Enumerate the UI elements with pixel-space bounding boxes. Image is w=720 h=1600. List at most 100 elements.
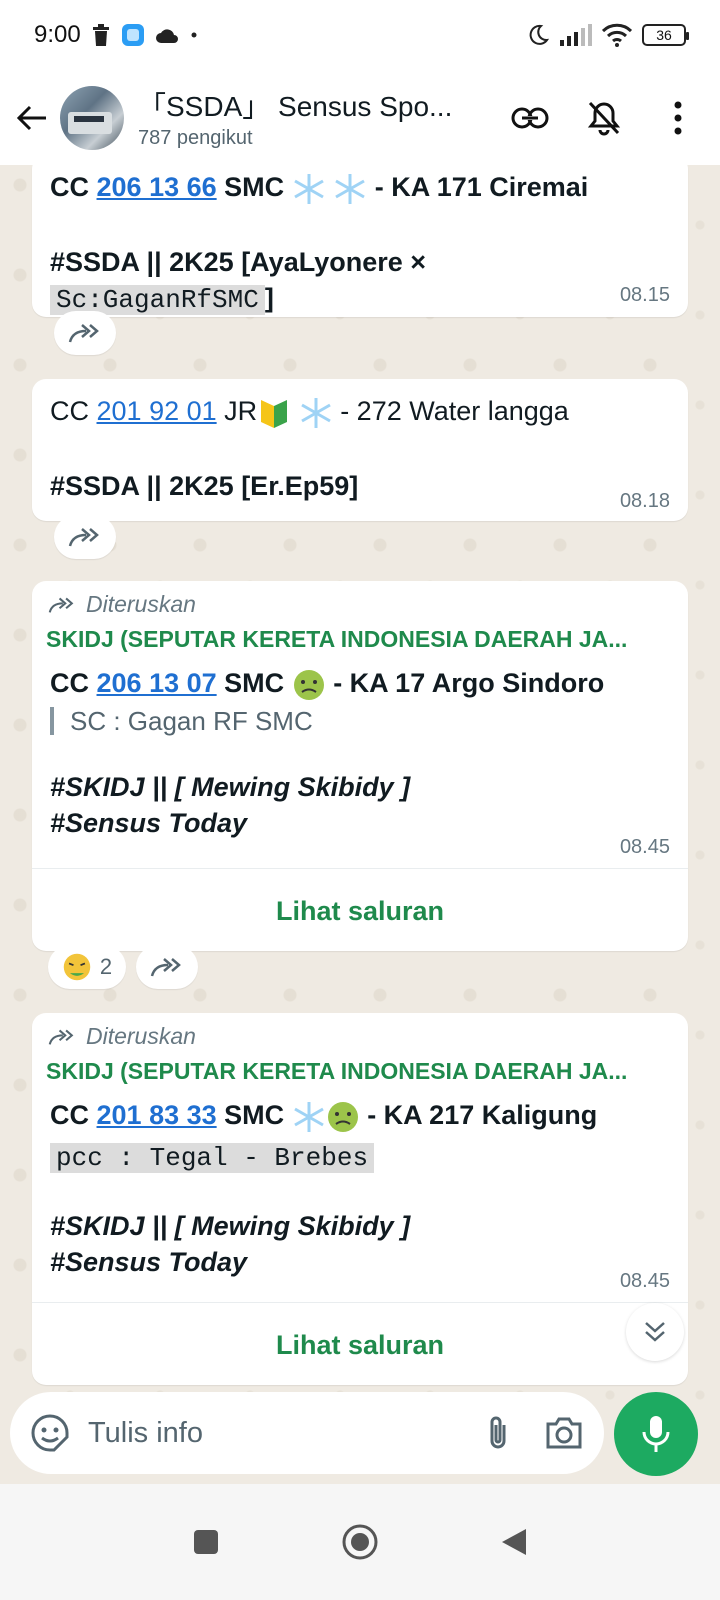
double-chevron-down-icon [645,1322,665,1342]
forward-icon [48,597,74,613]
forward-icon [48,1029,74,1045]
message-input[interactable]: Tulis info [88,1417,452,1450]
home-button[interactable] [338,1520,382,1564]
source-channel[interactable]: SKIDJ (SEPUTAR KERETA INDONESIA DAERAH J… [32,626,688,653]
cc-number-link[interactable]: 206 13 66 [97,172,217,202]
back-button[interactable] [12,98,52,138]
message-bubble[interactable]: CC 206 13 66 SMC - KA 171 Ciremai #SSDA … [32,165,688,317]
message-tag: #SKIDJ || [ Mewing Skibidy ] [50,1210,411,1241]
nauseated-face-icon [63,953,91,981]
circle-icon [342,1524,378,1560]
message-tag: #SKIDJ || [ Mewing Skibidy ] [50,771,411,802]
sticker-icon [31,1414,69,1452]
forward-button[interactable] [54,311,116,355]
quote-text: SC : Gagan RF SMC [70,705,313,736]
cc-type: SMC [224,1100,285,1130]
scroll-to-bottom-button[interactable] [626,1303,684,1361]
reaction-count: 2 [99,954,113,979]
message-bubble[interactable]: Diteruskan SKIDJ (SEPUTAR KERETA INDONES… [32,1013,688,1385]
message-time: 08.15 [619,284,670,306]
status-time: 9:00 [34,21,81,48]
nauseated-face-icon [293,669,324,700]
divider [32,1302,688,1303]
see-channel-button[interactable]: Lihat saluran [32,1330,688,1361]
sticker-button[interactable] [30,1413,70,1453]
message-line: CC 206 13 07 SMC - KA 17 Argo Sindoro [32,665,688,702]
cc-type: SMC [224,172,285,202]
nauseated-face-icon [327,1101,358,1132]
cc-type: JR [224,396,258,426]
message-bubble[interactable]: Diteruskan SKIDJ (SEPUTAR KERETA INDONES… [32,581,688,951]
back-nav-button[interactable] [492,1520,536,1564]
battery-icon: 36 [642,24,689,46]
message-time: 08.45 [619,1270,670,1292]
mono-text: pcc : Tegal - Brebes [50,1142,375,1173]
wifi-icon [602,23,632,47]
message-time: 08.18 [619,490,670,512]
beginner-icon [261,399,288,428]
link-icon [511,107,549,128]
quote-block: SC : Gagan RF SMC [32,706,688,737]
bell-off-icon [587,101,621,135]
cc-prefix: CC [50,396,89,426]
more-options-button[interactable] [658,98,698,138]
cc-number-link[interactable]: 206 13 07 [97,668,217,698]
forwarded-text: Diteruskan [86,1023,196,1049]
paperclip-icon [490,1416,506,1449]
message-tag: #Sensus Today [50,1246,248,1277]
battery-level: 36 [656,27,672,43]
forward-button[interactable] [54,515,116,559]
forward-icon [68,528,99,547]
message-composer[interactable]: Tulis info [10,1392,604,1474]
forwarded-text: Diteruskan [86,591,196,617]
app-notification-icon [121,23,145,47]
train-name: - 272 Water langga [340,396,569,426]
train-name: - KA 217 Kaligung [367,1100,598,1130]
channel-info[interactable]: 「SSDA」 Sensus Spo... 787 pengikut [138,85,510,150]
camera-button[interactable] [544,1413,584,1453]
snowflake-icon [293,1101,324,1132]
channel-title: 「SSDA」 Sensus Spo... [138,91,453,122]
forward-icon [150,958,181,977]
system-navigation-bar [0,1484,720,1600]
recent-apps-button[interactable] [184,1520,228,1564]
more-vertical-icon [674,101,682,134]
message-tag: #SSDA || 2K25 [Er.Ep59] [50,470,359,501]
square-icon [194,1530,218,1554]
forwarded-label: Diteruskan [32,1013,688,1050]
voice-message-button[interactable] [614,1392,698,1476]
see-channel-button[interactable]: Lihat saluran [32,896,688,927]
snowflake-icon [293,173,324,204]
moon-icon [526,23,550,47]
cc-number-link[interactable]: 201 92 01 [97,396,217,426]
cc-type: SMC [224,668,285,698]
message-mono-line: Sc:GaganRfSMC] [32,280,688,318]
cc-number-link[interactable]: 201 83 33 [97,1100,217,1130]
message-bubble[interactable]: CC 201 92 01 JR - 272 Water langga #SSDA… [32,379,688,521]
camera-icon [546,1417,582,1449]
attach-button[interactable] [478,1413,518,1453]
forward-button[interactable] [136,945,198,989]
message-tag: #Sensus Today [50,807,248,838]
divider [32,868,688,869]
snowflake-icon [335,173,365,204]
message-time: 08.45 [619,836,670,858]
message-list[interactable]: CC 206 13 66 SMC - KA 171 Ciremai #SSDA … [0,165,720,1410]
trash-icon [91,24,111,46]
reaction-chip[interactable]: 2 [48,945,126,989]
message-line: CC 201 92 01 JR - 272 Water langga [32,379,688,430]
message-mono-line: pcc : Tegal - Brebes [32,1138,688,1176]
channel-avatar[interactable] [60,85,124,150]
forwarded-label: Diteruskan [32,581,688,618]
triangle-back-icon [502,1529,526,1555]
mono-suffix: ] [264,282,274,313]
mute-button[interactable] [584,98,624,138]
snowflake-icon [300,397,331,428]
message-tag: #SSDA || 2K25 [AyaLyonere × [50,246,427,277]
cc-prefix: CC [50,1100,89,1130]
cloud-icon [155,27,179,43]
source-channel[interactable]: SKIDJ (SEPUTAR KERETA INDONESIA DAERAH J… [32,1058,688,1085]
link-button[interactable] [510,98,550,138]
microphone-icon [642,1416,670,1452]
train-name: - KA 171 Ciremai [374,172,589,202]
